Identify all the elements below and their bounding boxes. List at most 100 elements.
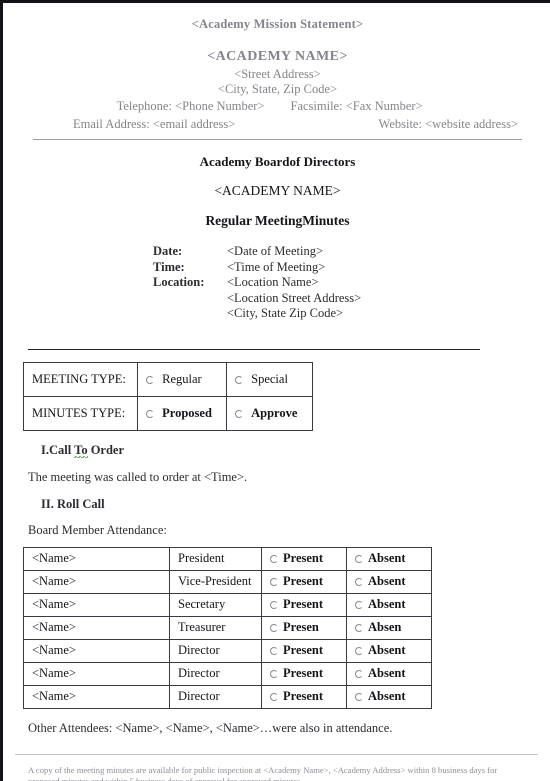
- radio-icon[interactable]: [270, 601, 278, 609]
- attendee-name-cell[interactable]: <Name>: [23, 569, 170, 594]
- attendee-absent-cell-label: Absent: [368, 551, 406, 565]
- title-block: Academy Boardof Directors <ACADEMY NAME>…: [15, 154, 540, 229]
- mission-statement: <Academy Mission Statement>: [191, 17, 364, 31]
- attendee-present-cell-label: Presen: [283, 620, 319, 634]
- time-value: <Time of Meeting>: [227, 259, 326, 274]
- meeting-details: Date: <Date of Meeting> Time: <Time of M…: [15, 244, 540, 322]
- website-value: <website address>: [425, 117, 518, 131]
- radio-icon[interactable]: [355, 670, 363, 678]
- attendee-name-cell[interactable]: <Name>: [23, 546, 170, 571]
- street-address: <Street Address>: [234, 67, 321, 81]
- meeting-type-special-cell[interactable]: Special: [226, 361, 313, 397]
- radio-icon[interactable]: [355, 624, 363, 632]
- website-field: Website: <website address>: [296, 116, 541, 133]
- attendee-name-cell[interactable]: <Name>: [23, 615, 170, 640]
- attendee-absent-cell[interactable]: Absent: [346, 592, 432, 617]
- attendee-present-cell-label: Present: [283, 551, 324, 565]
- page-inner: <Academy Mission Statement> <ACADEMY NAM…: [3, 3, 550, 781]
- date-row: Date: <Date of Meeting>: [153, 244, 540, 260]
- radio-icon[interactable]: [355, 601, 363, 609]
- attendee-absent-cell-label: Absent: [368, 643, 406, 657]
- attendee-role-cell: Treasurer: [169, 615, 262, 640]
- email-label: Email Address:: [73, 117, 150, 131]
- academy-name-title: <ACADEMY NAME>: [214, 183, 341, 198]
- telephone-label: Telephone:: [116, 99, 172, 113]
- meeting-type-regular-cell[interactable]: Regular: [137, 361, 227, 397]
- attendee-absent-cell[interactable]: Absent: [346, 546, 432, 571]
- city-state-zip: <City, State, Zip Code>: [217, 82, 338, 96]
- attendee-present-cell[interactable]: Present: [261, 684, 347, 709]
- roll-call-numeral: II.: [41, 496, 54, 511]
- meeting-type-label: MEETING TYPE:: [23, 361, 138, 397]
- facsimile-field: Facsimile: <Fax Number>: [291, 98, 509, 115]
- radio-icon[interactable]: [270, 647, 278, 655]
- date-value: <Date of Meeting>: [227, 244, 324, 258]
- radio-icon[interactable]: [355, 693, 363, 701]
- meeting-type-regular-label: Regular: [162, 371, 202, 386]
- academy-name-header: <ACADEMY NAME>: [207, 49, 348, 64]
- radio-icon[interactable]: [270, 693, 278, 701]
- other-attendees-line: Other Attendees: <Name>, <Name>, <Name>……: [28, 720, 393, 735]
- email-value: <email address>: [152, 117, 236, 131]
- table-row: <Name> Director Present Absent: [23, 684, 432, 709]
- attendee-absent-cell[interactable]: Absent: [346, 638, 432, 663]
- minutes-type-approve-cell[interactable]: Approve: [226, 395, 313, 431]
- attendee-absent-cell[interactable]: Absent: [346, 684, 432, 709]
- minutes-type-proposed-cell[interactable]: Proposed: [137, 395, 227, 431]
- radio-icon[interactable]: [146, 375, 154, 384]
- roll-call-heading: II. Roll Call: [41, 497, 105, 512]
- attendee-present-cell[interactable]: Present: [261, 569, 347, 594]
- attendee-absent-cell-label: Absent: [368, 666, 406, 680]
- radio-icon[interactable]: [270, 670, 278, 678]
- radio-icon[interactable]: [235, 375, 243, 384]
- attendee-present-cell[interactable]: Present: [261, 592, 347, 617]
- radio-icon[interactable]: [270, 624, 278, 632]
- location-street-value: <Location Street Address>: [227, 290, 362, 305]
- attendee-absent-cell-label: Absent: [368, 689, 406, 703]
- attendee-name-cell[interactable]: <Name>: [23, 661, 170, 686]
- attendee-name-cell[interactable]: <Name>: [23, 684, 170, 709]
- date-label: Date:: [153, 244, 183, 258]
- attendee-name-cell[interactable]: <Name>: [23, 592, 170, 617]
- call-to-order-numeral: I.: [41, 442, 49, 457]
- radio-icon[interactable]: [270, 578, 278, 586]
- radio-icon[interactable]: [235, 409, 243, 418]
- attendee-absent-cell[interactable]: Absent: [346, 661, 432, 686]
- meeting-type-special-label: Special: [251, 371, 288, 386]
- radio-icon[interactable]: [355, 578, 363, 586]
- telephone-field: Telephone: <Phone Number>: [47, 98, 265, 115]
- attendee-absent-cell-label: Absent: [368, 574, 406, 588]
- minutes-type-proposed-label: Proposed: [162, 405, 212, 420]
- call-to-order-title-a: Call: [49, 442, 75, 457]
- grammar-flagged-word: To: [74, 442, 88, 458]
- location-row: Location: <Location Name>: [153, 275, 540, 291]
- radio-icon[interactable]: [146, 409, 154, 418]
- document-page: <Academy Mission Statement> <ACADEMY NAM…: [0, 0, 550, 781]
- facsimile-value: <Fax Number>: [345, 99, 423, 113]
- attendee-present-cell[interactable]: Presen: [261, 615, 347, 640]
- call-to-order-heading: I.Call To Order: [41, 442, 124, 458]
- attendee-absent-cell[interactable]: Absen: [346, 615, 432, 640]
- attendee-present-cell[interactable]: Present: [261, 638, 347, 663]
- telephone-value: <Phone Number>: [175, 99, 265, 113]
- letterhead-divider: [33, 139, 522, 140]
- attendee-present-cell[interactable]: Present: [261, 546, 347, 571]
- meeting-type-table: MEETING TYPE: Regular Special MINUTES TY…: [23, 361, 313, 431]
- attendee-name-cell[interactable]: <Name>: [23, 638, 170, 663]
- table-row: <Name> Director Present Absent: [23, 638, 432, 663]
- radio-icon[interactable]: [270, 555, 278, 563]
- attendee-role-cell: Director: [169, 684, 262, 709]
- meeting-minutes-title: Regular MeetingMinutes: [205, 213, 350, 228]
- attendee-absent-cell[interactable]: Absent: [346, 569, 432, 594]
- attendee-absent-cell-label: Absen: [368, 620, 402, 634]
- attendee-absent-cell-label: Absent: [368, 597, 406, 611]
- phone-fax-row: Telephone: <Phone Number> Facsimile: <Fa…: [15, 98, 540, 115]
- attendance-table-body: <Name> President Present Absent <Name> Vice-P…: [23, 546, 432, 709]
- attendee-present-cell-label: Present: [283, 597, 324, 611]
- attendee-present-cell[interactable]: Present: [261, 661, 347, 686]
- board-of-directors-title: Academy Boardof Directors: [199, 154, 356, 169]
- roll-call-section: II. Roll Call Board Member Attendance:: [15, 485, 540, 538]
- attendee-present-cell-label: Present: [283, 666, 324, 680]
- radio-icon[interactable]: [355, 647, 363, 655]
- radio-icon[interactable]: [355, 555, 363, 563]
